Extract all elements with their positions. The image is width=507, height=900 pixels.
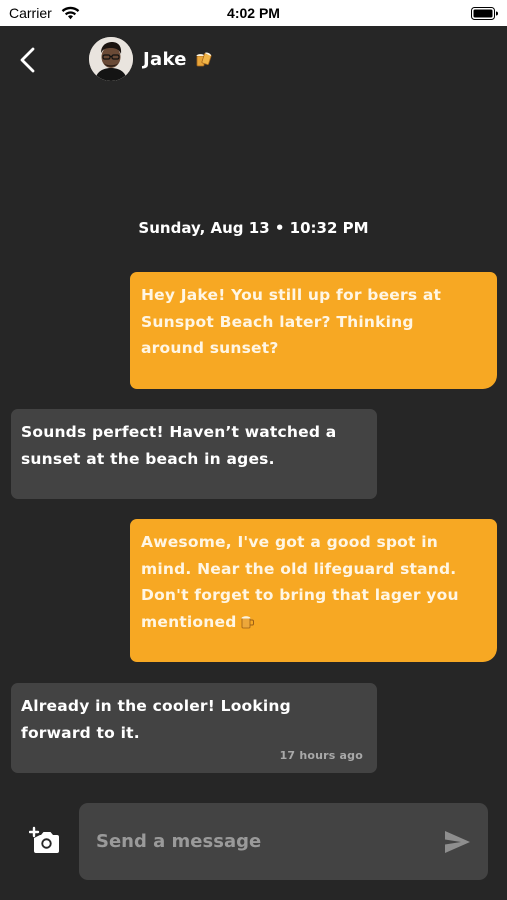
beer-mugs-icon bbox=[196, 52, 212, 67]
message-bubble-received[interactable]: Sounds perfect! Haven’t watched a sunset… bbox=[11, 409, 377, 499]
contact-name[interactable]: Jake bbox=[143, 49, 187, 70]
chat-screen: Carrier 4:02 PM Jake Sunday, Aug 13 • 10… bbox=[0, 0, 507, 900]
beer-mug-icon bbox=[241, 615, 254, 628]
add-photo-button[interactable] bbox=[29, 826, 61, 856]
message-text: Hey Jake! You still up for beers at Suns… bbox=[141, 286, 442, 357]
message-bubble-received[interactable]: Already in the cooler! Looking forward t… bbox=[11, 683, 377, 773]
add-photo-icon bbox=[29, 826, 59, 853]
back-button[interactable] bbox=[14, 44, 44, 76]
avatar[interactable] bbox=[89, 37, 133, 81]
message-text: Awesome, I've got a good spot in mind. N… bbox=[141, 533, 459, 631]
message-input-container[interactable] bbox=[79, 803, 488, 880]
message-bubble-sent[interactable]: Hey Jake! You still up for beers at Suns… bbox=[130, 272, 497, 389]
avatar-photo bbox=[89, 37, 133, 81]
chevron-left-icon bbox=[20, 47, 35, 73]
message-input[interactable] bbox=[94, 830, 432, 853]
send-icon bbox=[445, 831, 470, 853]
status-bar: Carrier 4:02 PM bbox=[0, 0, 507, 26]
message-text: Sounds perfect! Haven’t watched a sunset… bbox=[21, 423, 337, 468]
message-text: Already in the cooler! Looking forward t… bbox=[21, 697, 291, 742]
message-text-with-emoji: Awesome, I've got a good spot in mind. N… bbox=[141, 529, 482, 635]
battery-icon bbox=[471, 7, 498, 20]
message-timestamp: 17 hours ago bbox=[279, 749, 363, 762]
send-button[interactable] bbox=[443, 829, 471, 855]
conversation-date: Sunday, Aug 13 • 10:32 PM bbox=[138, 219, 369, 237]
message-bubble-sent[interactable]: Awesome, I've got a good spot in mind. N… bbox=[130, 519, 497, 662]
status-time: 4:02 PM bbox=[227, 5, 280, 21]
